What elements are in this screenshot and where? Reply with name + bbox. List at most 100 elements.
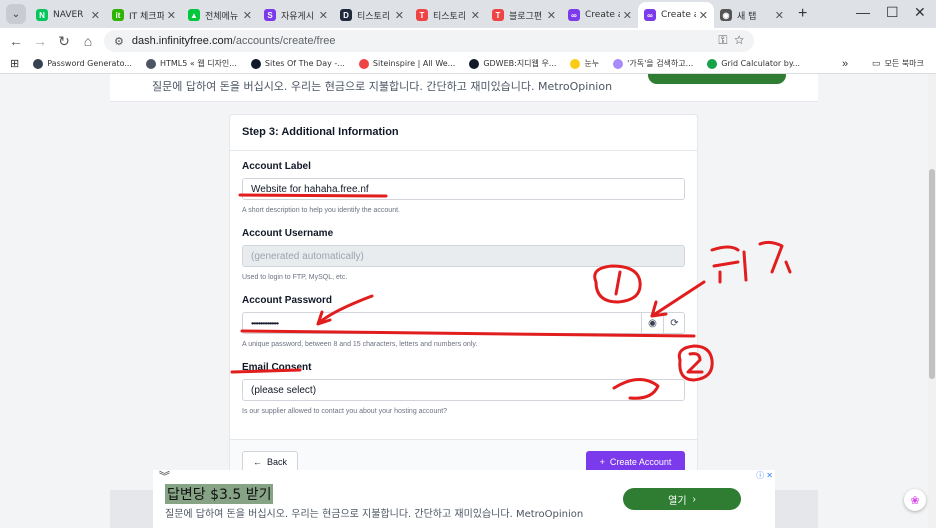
reload-icon[interactable]: ↻ [52, 33, 76, 50]
tab-title: 티스토리 [433, 11, 467, 22]
account-password-value: ••••••••••••••• [251, 318, 279, 328]
close-tab-icon[interactable]: ✕ [775, 9, 784, 22]
regenerate-password-icon[interactable]: ⟳ [663, 313, 685, 333]
tab-search-icon[interactable]: ⌄ [6, 4, 26, 24]
account-label-help: A short description to help you identify… [242, 207, 400, 214]
account-password-input[interactable]: ••••••••••••••• ◉ ⟳ [242, 312, 685, 334]
account-label-input[interactable]: Website for hahaha.free.nf [242, 178, 685, 200]
close-tab-icon[interactable]: ✕ [319, 9, 328, 22]
tab-title: 자유게시 [281, 11, 315, 22]
bookmark-label: Password Generato... [47, 59, 132, 68]
collapse-ad-chevron-icon[interactable]: ︾ [159, 468, 170, 484]
back-arrow-icon[interactable]: ← [4, 33, 28, 49]
scrollbar-thumb[interactable] [929, 169, 935, 379]
tab-title: Create a [661, 10, 696, 20]
close-window-icon[interactable]: ✕ [914, 4, 926, 21]
show-password-eye-icon[interactable]: ◉ [641, 313, 663, 333]
tab-title: 티스토리 [357, 11, 391, 22]
browser-tab[interactable]: ◉ 새 탭 ✕ [714, 2, 790, 28]
d-icon: D [340, 9, 352, 21]
close-tab-icon[interactable]: ✕ [623, 9, 632, 22]
page-gutter-left [110, 490, 153, 528]
close-tab-icon[interactable]: ✕ [91, 9, 100, 22]
bookmark-item[interactable]: HTML5 « 웹 디자인... [145, 58, 237, 69]
close-tab-icon[interactable]: ✕ [699, 9, 708, 22]
plus-icon: + [599, 457, 605, 467]
email-consent-help: Is our supplier allowed to contact you a… [242, 408, 448, 415]
bookmark-favicon-icon [469, 58, 480, 69]
close-tab-icon[interactable]: ✕ [167, 9, 176, 22]
bookmark-label: Sites Of The Day -... [264, 59, 345, 68]
bookmark-item[interactable]: GDWEB:지디웹 우... [469, 58, 556, 69]
maximize-icon[interactable]: ☐ [886, 4, 899, 21]
account-username-placeholder: (generated automatically) [251, 250, 364, 262]
infinity-icon: ∞ [644, 9, 656, 21]
browser-tab[interactable]: T 티스토리 ✕ [410, 2, 486, 28]
bookmark-label: Grid Calculator by... [721, 59, 801, 68]
bookmarks-bar: ⊞ Password Generato... HTML5 « 웹 디자인... Si… [0, 54, 936, 74]
top-ad-banner[interactable]: 질문에 답하여 돈을 버십시오. 우리는 현금으로 지불합니다. 간단하고 재미… [110, 74, 818, 102]
all-bookmarks-folder[interactable]: ▭ 모든 북마크 [872, 58, 924, 69]
browser-tab[interactable]: ∞ Create a ✕ [562, 2, 638, 28]
bottom-ad-banner[interactable]: ︾ ⓘ ✕ 답변당 $3.5 받기 질문에 답하여 돈을 버십시오. 우리는 현… [153, 470, 775, 528]
new-tab-button[interactable]: + [798, 5, 807, 23]
tab-strip: ⌄ N NAVER ✕ it IT 체크파 ✕ ▲ 전체메뉴 ✕ S 자유게시 ✕ D 티스토리 ✕ T 티스토… [0, 0, 936, 28]
top-ad-text: 질문에 답하여 돈을 버십시오. 우리는 현금으로 지불합니다. 간단하고 재미… [152, 80, 613, 93]
close-tab-icon[interactable]: ✕ [471, 9, 480, 22]
close-tab-icon[interactable]: ✕ [243, 9, 252, 22]
create-account-label: Create Account [609, 457, 672, 467]
bookmark-item[interactable]: Siteinspire | All We... [358, 58, 456, 69]
tistory-icon: T [492, 9, 504, 21]
s-icon: S [264, 9, 276, 21]
browser-tab[interactable]: ∞ Create a ✕ [638, 2, 714, 28]
close-tab-icon[interactable]: ✕ [547, 9, 556, 22]
account-username-label: Account Username [242, 228, 334, 239]
browser-tab[interactable]: S 자유게시 ✕ [258, 2, 334, 28]
more-bookmarks-icon[interactable]: » [842, 58, 848, 70]
account-username-help: Used to login to FTP, MySQL, etc. [242, 274, 348, 281]
it-icon: it [112, 9, 124, 21]
bookmark-favicon-icon [33, 58, 44, 69]
browser-tab[interactable]: N NAVER ✕ [30, 2, 106, 28]
browser-tab[interactable]: ▲ 전체메뉴 ✕ [182, 2, 258, 28]
left-arrow-icon: ← [252, 457, 262, 467]
forward-arrow-icon[interactable]: → [28, 33, 52, 49]
close-tab-icon[interactable]: ✕ [395, 9, 404, 22]
account-username-input: (generated automatically) [242, 245, 685, 267]
bookmark-star-icon[interactable]: ⚿ ☆ [718, 33, 744, 48]
browser-tab[interactable]: it IT 체크파 ✕ [106, 2, 182, 28]
apps-grid-icon[interactable]: ⊞ [10, 57, 19, 70]
tab-title: NAVER [53, 10, 84, 20]
bookmark-favicon-icon [707, 58, 718, 69]
bookmark-item[interactable]: Password Generato... [33, 58, 132, 69]
ai-assistant-icon[interactable]: ❀ [904, 489, 926, 511]
site-info-icon[interactable]: ⚙ [114, 35, 124, 48]
browser-toolbar: ← → ↻ ⌂ ⚙ dash.infinityfree.com/accounts… [0, 28, 936, 75]
bottom-ad-headline: 답변당 $3.5 받기 [165, 484, 274, 504]
ad-info-icon[interactable]: ⓘ ✕ [756, 470, 773, 481]
bottom-ad-open-button[interactable]: 열기 › [623, 488, 741, 510]
bookmark-label: '가독'을 검색하고... [627, 59, 694, 68]
page-scrollbar[interactable] [928, 74, 936, 528]
minimize-icon[interactable]: — [856, 4, 870, 20]
account-password-label: Account Password [242, 295, 333, 306]
email-consent-select[interactable]: (please select) [242, 379, 685, 401]
bookmark-item[interactable]: Grid Calculator by... [707, 58, 801, 69]
browser-tab[interactable]: D 티스토리 ✕ [334, 2, 410, 28]
bookmark-item[interactable]: 눈누 [570, 58, 599, 69]
tistory-icon: T [416, 9, 428, 21]
home-icon[interactable]: ⌂ [76, 33, 100, 49]
bookmark-item[interactable]: Sites Of The Day -... [250, 58, 345, 69]
address-bar[interactable]: ⚙ dash.infinityfree.com/accounts/create/… [104, 30, 754, 52]
email-consent-value: (please select) [251, 384, 317, 396]
browser-tab[interactable]: T 블로그편 ✕ [486, 2, 562, 28]
account-password-help: A unique password, between 8 and 15 char… [242, 341, 478, 348]
top-ad-button[interactable] [648, 74, 786, 84]
menu-icon: ▲ [188, 9, 200, 21]
naver-icon: N [36, 9, 48, 21]
bookmark-label: Siteinspire | All We... [372, 59, 456, 68]
bookmark-favicon-icon [358, 58, 369, 69]
bookmark-item[interactable]: '가독'을 검색하고... [613, 58, 693, 69]
bottom-ad-subtext: 질문에 답하여 돈을 버십시오. 우리는 현금으로 지불합니다. 간단하고 재미… [165, 509, 584, 520]
bookmark-label: GDWEB:지디웹 우... [483, 59, 557, 68]
